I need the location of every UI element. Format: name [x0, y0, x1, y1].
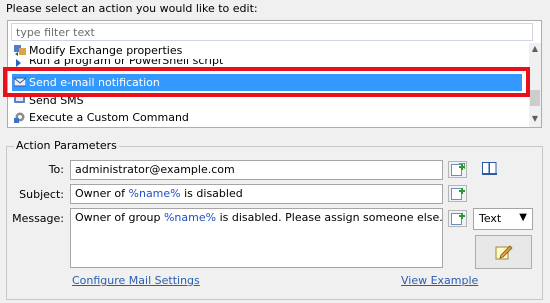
list-item-label: Run a program or PowerShell script [29, 59, 224, 67]
prompt-label: Please select an action you would like t… [6, 2, 258, 15]
format-value: Text [479, 212, 502, 225]
chevron-down-icon: ▼ [519, 212, 527, 223]
email-notification-icon [14, 77, 26, 87]
list-item-modify-exchange[interactable]: Modify Exchange properties [12, 42, 522, 59]
insert-to-variable-button[interactable] [448, 161, 467, 178]
custom-command-gear-icon [14, 112, 25, 123]
message-field[interactable]: Owner of group %name% is disabled. Pleas… [70, 208, 443, 268]
to-field[interactable]: administrator@example.com [70, 160, 443, 180]
subject-field[interactable]: Owner of %name% is disabled [70, 184, 443, 204]
list-item-custom-command[interactable]: Execute a Custom Command [12, 109, 522, 126]
insert-variable-icon [451, 188, 465, 200]
to-label: To: [48, 163, 64, 176]
filter-input[interactable] [11, 23, 533, 41]
list-item-run-program[interactable]: Run a program or PowerShell script [12, 59, 522, 68]
list-item-label: Send SMS [29, 94, 84, 107]
configure-mail-settings-link[interactable]: Configure Mail Settings [72, 274, 200, 287]
address-book-icon[interactable] [482, 162, 497, 175]
script-arrow-icon [16, 59, 21, 67]
insert-message-variable-button[interactable] [448, 210, 467, 227]
view-example-link[interactable]: View Example [401, 274, 478, 287]
scroll-up-icon[interactable]: ▲ [531, 45, 539, 53]
list-item-label: Execute a Custom Command [29, 111, 189, 124]
list-scrollbar[interactable]: ▲ ▼ [529, 43, 541, 127]
exchange-mailbox-icon [14, 45, 26, 56]
list-item-send-email[interactable]: Send e-mail notification [12, 74, 522, 91]
subject-suffix: is disabled [180, 187, 243, 200]
subject-prefix: Owner of [75, 187, 129, 200]
action-list: Modify Exchange properties Run a program… [7, 20, 542, 128]
subject-label: Subject: [19, 188, 64, 201]
edit-note-pencil-icon [495, 245, 513, 260]
insert-variable-icon [451, 163, 465, 176]
insert-subject-variable-button[interactable] [448, 185, 467, 202]
sms-icon [14, 95, 25, 103]
message-suffix: is disabled. Please assign someone else. [216, 211, 443, 224]
subject-variable: %name% [128, 187, 181, 200]
message-label: Message: [12, 212, 64, 225]
message-prefix: Owner of group [75, 211, 164, 224]
list-item-label: Send e-mail notification [29, 76, 160, 89]
group-title: Action Parameters [14, 139, 119, 152]
insert-variable-icon [451, 213, 465, 225]
edit-message-button[interactable] [475, 235, 532, 269]
list-item-label: Modify Exchange properties [29, 44, 183, 57]
message-format-select[interactable]: Text ▼ [473, 208, 533, 230]
message-variable: %name% [163, 211, 217, 224]
scroll-thumb[interactable] [530, 90, 540, 106]
scroll-down-icon[interactable]: ▼ [531, 115, 539, 123]
to-value: administrator@example.com [75, 163, 235, 176]
list-item-send-sms[interactable]: Send SMS [12, 92, 522, 109]
